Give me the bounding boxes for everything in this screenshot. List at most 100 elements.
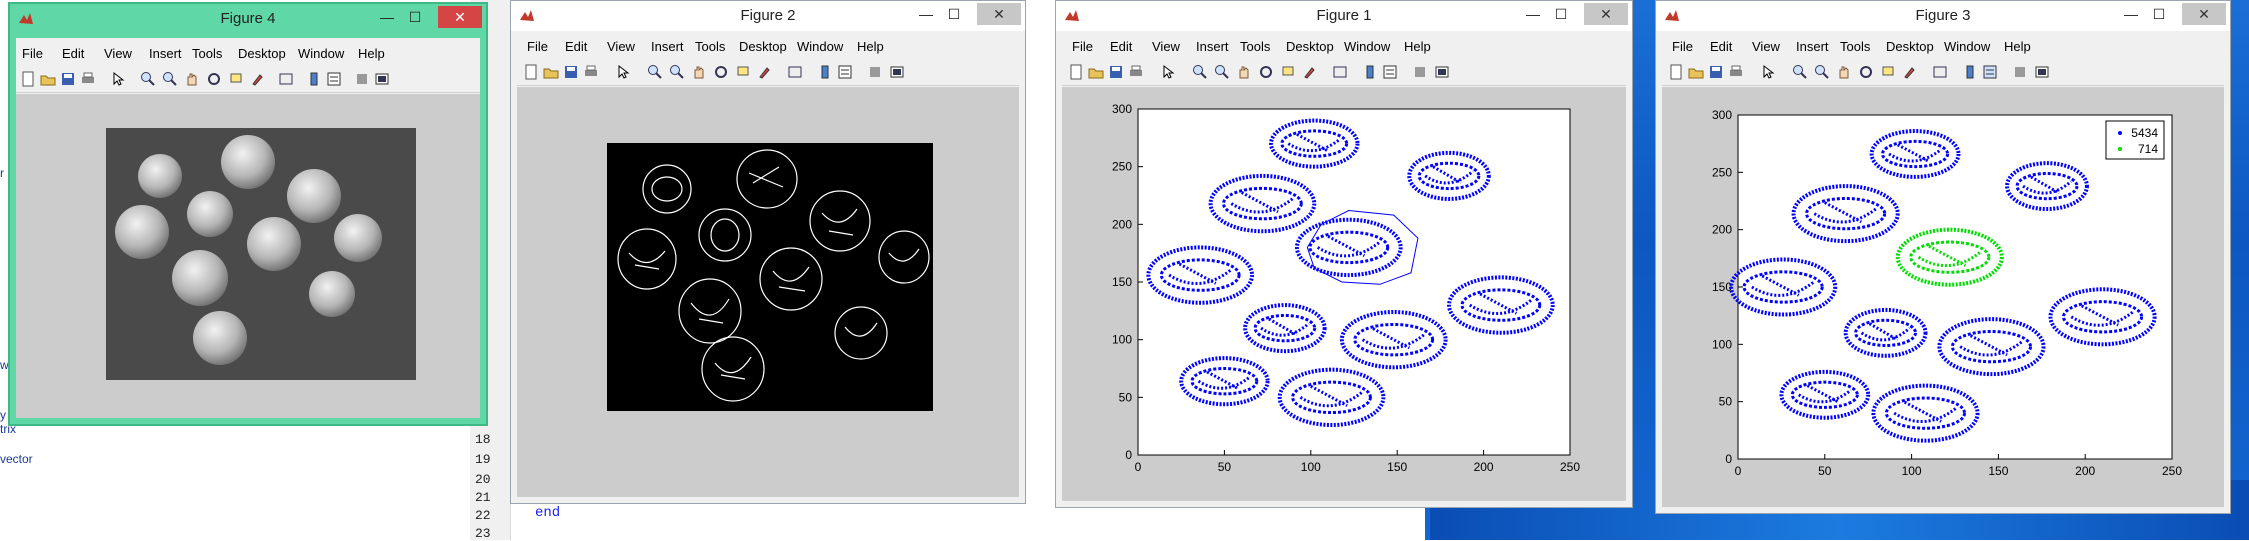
link-plot-icon[interactable] — [787, 64, 803, 80]
menu-tools[interactable]: Tools — [192, 46, 222, 61]
legend-icon[interactable] — [837, 64, 853, 80]
data-cursor-icon[interactable] — [1280, 64, 1296, 80]
menu-desktop[interactable]: Desktop — [1286, 39, 1334, 54]
menu-file[interactable]: File — [527, 39, 548, 54]
zoom-out-icon[interactable] — [669, 64, 685, 80]
pan-hand-icon[interactable] — [1836, 64, 1852, 80]
show-plot-tools-icon[interactable] — [374, 71, 390, 87]
brush-icon[interactable] — [757, 64, 773, 80]
menu-file[interactable]: File — [22, 46, 43, 61]
menu-insert[interactable]: Insert — [651, 39, 684, 54]
zoom-in-icon[interactable] — [1192, 64, 1208, 80]
legend-icon[interactable] — [326, 71, 342, 87]
menu-edit[interactable]: Edit — [1110, 39, 1132, 54]
zoom-in-icon[interactable] — [140, 71, 156, 87]
figure-3-window[interactable]: Figure 3 — ☐ ✕ File Edit View Insert Too… — [1655, 0, 2231, 514]
open-file-icon[interactable] — [1088, 64, 1104, 80]
colorbar-icon[interactable] — [306, 71, 322, 87]
menu-view[interactable]: View — [607, 39, 635, 54]
pointer-icon[interactable] — [1760, 64, 1776, 80]
hide-plot-tools-icon[interactable] — [2012, 64, 2028, 80]
pointer-icon[interactable] — [615, 64, 631, 80]
hide-plot-tools-icon[interactable] — [867, 64, 883, 80]
menu-edit[interactable]: Edit — [62, 46, 84, 61]
menu-edit[interactable]: Edit — [1710, 39, 1732, 54]
menu-tools[interactable]: Tools — [695, 39, 725, 54]
menu-file[interactable]: File — [1672, 39, 1693, 54]
pan-hand-icon[interactable] — [691, 64, 707, 80]
colorbar-icon[interactable] — [1962, 64, 1978, 80]
minimize-button[interactable]: — — [1520, 3, 1546, 25]
menu-insert[interactable]: Insert — [1196, 39, 1229, 54]
title-bar[interactable]: Figure 3 — ☐ ✕ — [1656, 1, 2230, 31]
open-file-icon[interactable] — [1688, 64, 1704, 80]
menu-view[interactable]: View — [1752, 39, 1780, 54]
show-plot-tools-icon[interactable] — [889, 64, 905, 80]
show-plot-tools-icon[interactable] — [2034, 64, 2050, 80]
link-plot-icon[interactable] — [278, 71, 294, 87]
menu-tools[interactable]: Tools — [1840, 39, 1870, 54]
data-cursor-icon[interactable] — [1880, 64, 1896, 80]
legend-icon[interactable] — [1382, 64, 1398, 80]
menu-help[interactable]: Help — [857, 39, 884, 54]
print-icon[interactable] — [1728, 64, 1744, 80]
title-bar[interactable]: Figure 1 — ☐ ✕ — [1056, 1, 1632, 31]
menu-file[interactable]: File — [1072, 39, 1093, 54]
zoom-out-icon[interactable] — [1814, 64, 1830, 80]
new-figure-icon[interactable] — [1668, 64, 1684, 80]
data-cursor-icon[interactable] — [228, 71, 244, 87]
colorbar-icon[interactable] — [1362, 64, 1378, 80]
rotate-3d-icon[interactable] — [1258, 64, 1274, 80]
title-bar[interactable]: Figure 2 — ☐ ✕ — [511, 1, 1025, 31]
figure-2-window[interactable]: Figure 2 — ☐ ✕ File Edit View Insert Too… — [510, 0, 1026, 504]
minimize-button[interactable]: — — [374, 6, 400, 28]
pointer-icon[interactable] — [1160, 64, 1176, 80]
print-icon[interactable] — [583, 64, 599, 80]
menu-help[interactable]: Help — [1404, 39, 1431, 54]
figure-4-window[interactable]: Figure 4 — ☐ ✕ File Edit View Insert Too… — [8, 2, 488, 426]
save-icon[interactable] — [1708, 64, 1724, 80]
menu-window[interactable]: Window — [1944, 39, 1990, 54]
zoom-out-icon[interactable] — [162, 71, 178, 87]
link-plot-icon[interactable] — [1932, 64, 1948, 80]
menu-insert[interactable]: Insert — [149, 46, 182, 61]
data-cursor-icon[interactable] — [735, 64, 751, 80]
print-icon[interactable] — [1128, 64, 1144, 80]
print-icon[interactable] — [80, 71, 96, 87]
rotate-3d-icon[interactable] — [1858, 64, 1874, 80]
save-icon[interactable] — [1108, 64, 1124, 80]
brush-icon[interactable] — [1302, 64, 1318, 80]
save-icon[interactable] — [563, 64, 579, 80]
maximize-button[interactable]: ☐ — [402, 6, 428, 28]
pan-hand-icon[interactable] — [184, 71, 200, 87]
brush-icon[interactable] — [250, 71, 266, 87]
maximize-button[interactable]: ☐ — [941, 3, 967, 25]
menu-desktop[interactable]: Desktop — [739, 39, 787, 54]
new-figure-icon[interactable] — [523, 64, 539, 80]
zoom-in-icon[interactable] — [647, 64, 663, 80]
hide-plot-tools-icon[interactable] — [354, 71, 370, 87]
pan-hand-icon[interactable] — [1236, 64, 1252, 80]
pointer-icon[interactable] — [110, 71, 126, 87]
new-figure-icon[interactable] — [20, 71, 36, 87]
menu-view[interactable]: View — [1152, 39, 1180, 54]
close-button[interactable]: ✕ — [977, 3, 1021, 25]
zoom-out-icon[interactable] — [1214, 64, 1230, 80]
close-button[interactable]: ✕ — [438, 6, 482, 28]
maximize-button[interactable]: ☐ — [2146, 3, 2172, 25]
colorbar-icon[interactable] — [817, 64, 833, 80]
title-bar[interactable]: Figure 4 — ☐ ✕ — [10, 4, 486, 34]
minimize-button[interactable]: — — [913, 3, 939, 25]
open-file-icon[interactable] — [40, 71, 56, 87]
zoom-in-icon[interactable] — [1792, 64, 1808, 80]
close-button[interactable]: ✕ — [1584, 3, 1628, 25]
brush-icon[interactable] — [1902, 64, 1918, 80]
menu-desktop[interactable]: Desktop — [1886, 39, 1934, 54]
hide-plot-tools-icon[interactable] — [1412, 64, 1428, 80]
close-button[interactable]: ✕ — [2182, 3, 2226, 25]
menu-insert[interactable]: Insert — [1796, 39, 1829, 54]
show-plot-tools-icon[interactable] — [1434, 64, 1450, 80]
minimize-button[interactable]: — — [2118, 3, 2144, 25]
menu-view[interactable]: View — [104, 46, 132, 61]
figure-1-window[interactable]: Figure 1 — ☐ ✕ File Edit View Insert Too… — [1055, 0, 1633, 508]
